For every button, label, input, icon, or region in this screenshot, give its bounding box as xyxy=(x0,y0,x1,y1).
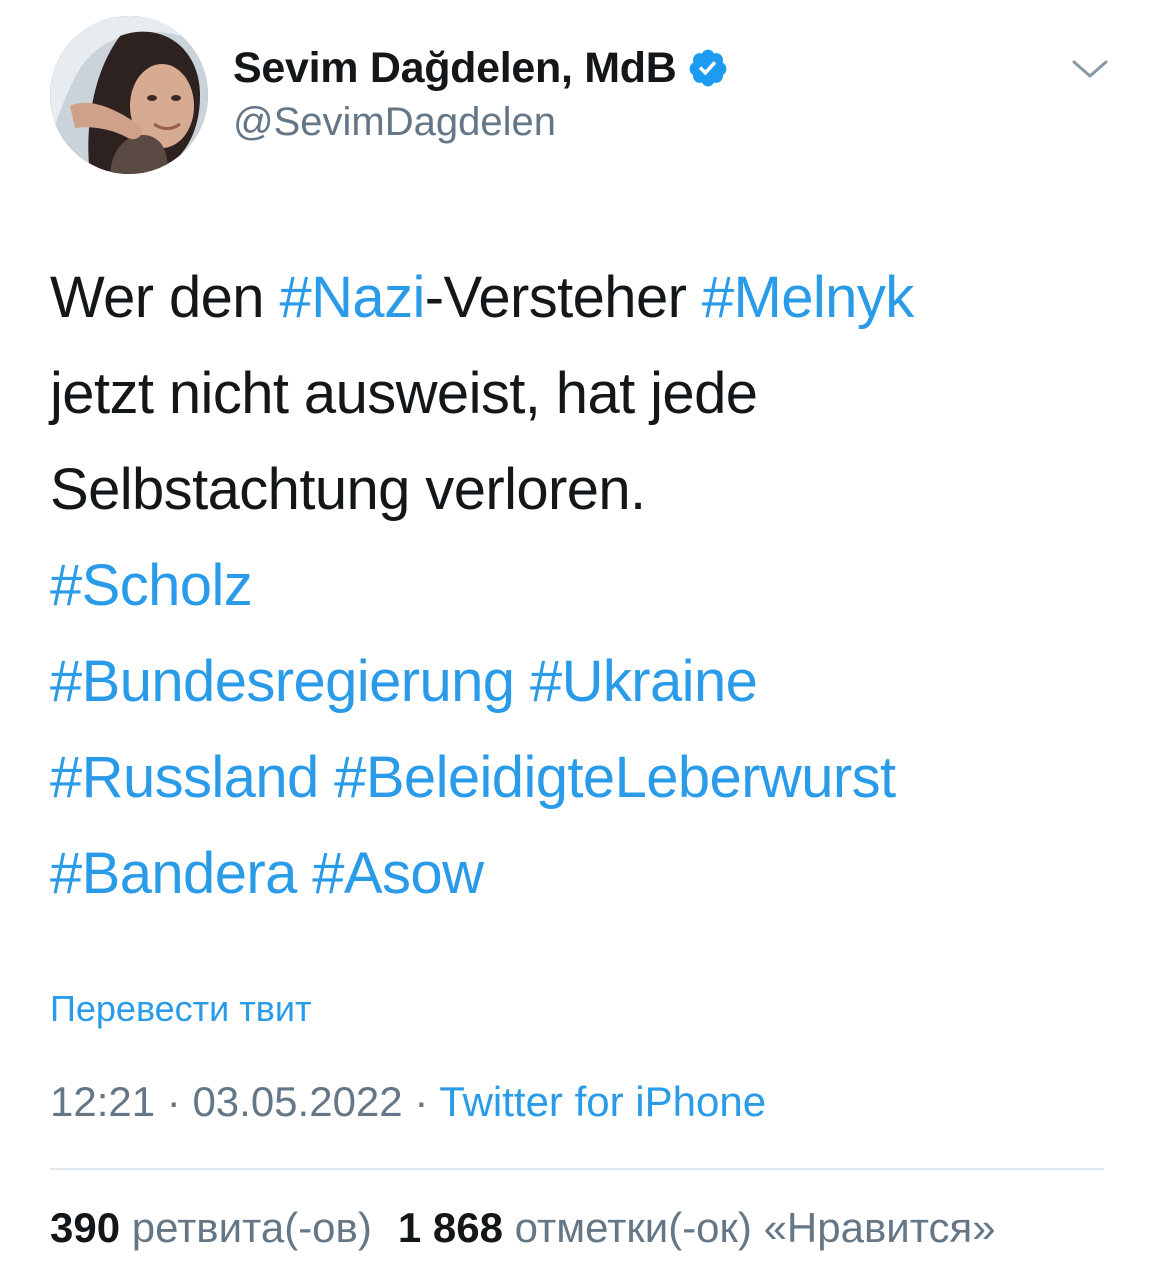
hashtag-link[interactable]: #Russland xyxy=(50,745,319,810)
translate-tweet-link[interactable]: Перевести твит xyxy=(50,988,312,1030)
tweet-meta: 12:21 · 03.05.2022 · Twitter for iPhone xyxy=(50,1078,766,1126)
tweet-text-segment: Wer den xyxy=(50,265,280,330)
divider xyxy=(50,1168,1104,1170)
retweets-count: 390 xyxy=(50,1204,121,1251)
retweets-label: ретвита(-ов) xyxy=(131,1204,372,1251)
tweet-stats: 390 ретвита(-ов) 1 868 отметки(-ок) «Нрав… xyxy=(50,1204,996,1252)
tweet-time: 12:21 xyxy=(50,1078,156,1125)
avatar-photo xyxy=(50,16,208,174)
display-name[interactable]: Sevim Dağdelen, MdB xyxy=(233,44,677,93)
user-handle[interactable]: @SevimDagdelen xyxy=(233,100,556,145)
meta-separator: · xyxy=(402,1078,440,1125)
tweet-source-link[interactable]: Twitter for iPhone xyxy=(439,1078,766,1125)
likes-label: отметки(-ок) «Нравится» xyxy=(514,1204,996,1251)
tweet-text-segment: -Versteher xyxy=(424,265,702,330)
hashtag-link[interactable]: #Bandera xyxy=(50,841,297,906)
tweet-line: Wer den #Nazi-Versteher #Melnyk xyxy=(50,250,1110,346)
likes-stat[interactable]: 1 868 отметки(-ок) «Нравится» xyxy=(398,1204,996,1251)
author-name-row[interactable]: Sevim Dağdelen, MdB xyxy=(233,40,729,96)
hashtag-link[interactable]: #BeleidigteLeberwurst xyxy=(334,745,896,810)
hashtag-link[interactable]: #Nazi xyxy=(279,265,425,330)
likes-count: 1 868 xyxy=(397,1204,503,1251)
hashtag-link[interactable]: #Melnyk xyxy=(702,265,914,330)
tweet-text: Wer den #Nazi-Versteher #Melnyk jetzt ni… xyxy=(50,250,1110,922)
tweet-line: #Scholz xyxy=(50,538,1110,634)
hashtag-link[interactable]: #Asow xyxy=(312,841,484,906)
meta-separator: · xyxy=(155,1078,193,1125)
hashtag-link[interactable]: #Ukraine xyxy=(530,649,758,714)
tweet-line: #Bandera #Asow xyxy=(50,826,1110,922)
hashtag-link[interactable]: #Bundesregierung xyxy=(50,649,515,714)
chevron-down-icon[interactable] xyxy=(1068,52,1112,88)
tweet-date: 03.05.2022 xyxy=(192,1078,403,1125)
avatar[interactable] xyxy=(50,16,208,174)
tweet-line: #Bundesregierung #Ukraine xyxy=(50,634,1110,730)
retweets-stat[interactable]: 390 ретвита(-ов) xyxy=(50,1204,372,1251)
tweet-line: Selbstachtung verloren. xyxy=(50,457,646,522)
tweet-line: jetzt nicht ausweist, hat jede xyxy=(50,361,758,426)
hashtag-link[interactable]: #Scholz xyxy=(50,553,253,618)
verified-badge-icon xyxy=(687,47,729,89)
tweet-line: #Russland #BeleidigteLeberwurst xyxy=(50,730,1110,826)
